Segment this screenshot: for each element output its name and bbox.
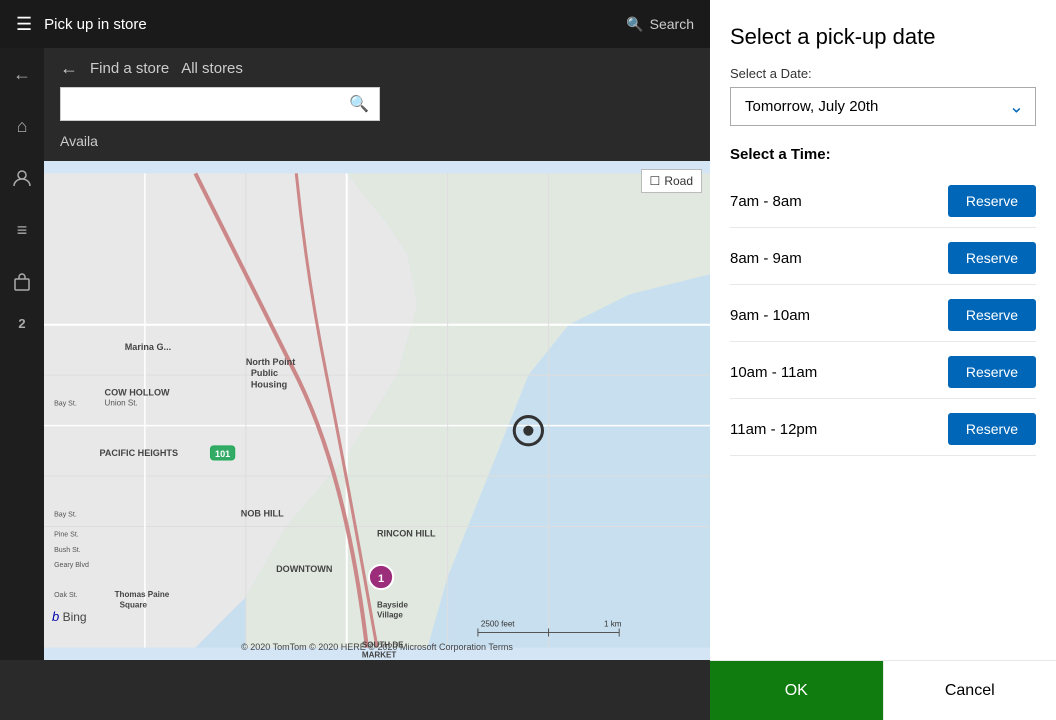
available-label: Availa xyxy=(60,129,694,153)
time-slot-4: 11am - 12pm Reserve xyxy=(730,403,1036,456)
reserve-button-1[interactable]: Reserve xyxy=(948,242,1036,274)
road-label: Road xyxy=(664,174,693,188)
svg-text:Marina G...: Marina G... xyxy=(125,342,171,352)
sidebar-home[interactable]: ⌂ xyxy=(4,108,40,144)
reserve-button-3[interactable]: Reserve xyxy=(948,356,1036,388)
time-slots-list: 7am - 8am Reserve 8am - 9am Reserve 9am … xyxy=(730,175,1036,666)
svg-text:DOWNTOWN: DOWNTOWN xyxy=(276,564,332,574)
bing-logo: b Bing xyxy=(52,609,87,624)
svg-text:Pine St.: Pine St. xyxy=(54,532,79,539)
date-label: Select a Date: xyxy=(730,66,1036,81)
map-attribution: © 2020 TomTom © 2020 HERE © 2020 Microso… xyxy=(44,642,710,652)
store-search-icon: 🔍 xyxy=(349,94,369,114)
time-slot-0: 7am - 8am Reserve xyxy=(730,175,1036,228)
svg-text:Square: Square xyxy=(120,600,148,609)
svg-text:Geary Blvd: Geary Blvd xyxy=(54,562,89,569)
bing-icon: b xyxy=(52,609,59,624)
content-area: ← Find a store All stores 🔍 Availa xyxy=(44,48,710,660)
svg-text:Bay St.: Bay St. xyxy=(54,511,77,518)
svg-text:1 km: 1 km xyxy=(604,619,622,628)
left-panel: ☰ Pick up in store 🔍 Search ← ⌂ ≡ xyxy=(0,0,710,720)
svg-text:Bay St.: Bay St. xyxy=(54,400,77,407)
svg-text:COW HOLLOW: COW HOLLOW xyxy=(105,387,170,397)
svg-text:Housing: Housing xyxy=(251,379,287,389)
sidebar-count: 2 xyxy=(18,316,25,331)
reserve-button-2[interactable]: Reserve xyxy=(948,299,1036,331)
reserve-button-4[interactable]: Reserve xyxy=(948,413,1036,445)
ok-button[interactable]: OK xyxy=(710,661,883,720)
panel-title: Select a pick-up date xyxy=(730,24,1036,50)
app-title: Pick up in store xyxy=(44,16,614,33)
sidebar: ← ⌂ ≡ 2 xyxy=(0,48,44,660)
sidebar-person[interactable] xyxy=(4,160,40,196)
search-label: Search xyxy=(650,16,694,32)
svg-text:RINCON HILL: RINCON HILL xyxy=(377,529,436,539)
svg-text:101: 101 xyxy=(215,449,230,459)
svg-text:2500 feet: 2500 feet xyxy=(481,619,515,628)
date-select[interactable]: Tomorrow, July 20th xyxy=(730,87,1036,126)
svg-text:Union St.: Union St. xyxy=(105,398,138,407)
svg-text:NOB HILL: NOB HILL xyxy=(241,508,284,518)
time-slot-3-text: 10am - 11am xyxy=(730,364,817,381)
store-nav: ← Find a store All stores xyxy=(60,58,694,79)
hamburger-icon[interactable]: ☰ xyxy=(16,14,32,35)
time-slot-3: 10am - 11am Reserve xyxy=(730,346,1036,399)
svg-text:Bayside: Bayside xyxy=(377,600,408,609)
date-select-wrapper[interactable]: Tomorrow, July 20th ⌄ xyxy=(730,87,1036,126)
store-search-input[interactable] xyxy=(71,96,349,112)
bing-text: Bing xyxy=(63,610,87,624)
time-section-label: Select a Time: xyxy=(730,146,1036,163)
store-header: ← Find a store All stores 🔍 Availa xyxy=(44,48,710,161)
map-container: 101 Marina G... COW HOLLOW Union St. PAC… xyxy=(44,161,710,660)
svg-text:Oak St.: Oak St. xyxy=(54,592,78,599)
cancel-button[interactable]: Cancel xyxy=(883,661,1056,720)
panel-footer: OK Cancel xyxy=(710,660,1056,720)
time-slot-1-text: 8am - 9am xyxy=(730,250,802,267)
sidebar-bag[interactable] xyxy=(4,264,40,300)
svg-text:1: 1 xyxy=(378,573,384,585)
svg-text:Thomas Paine: Thomas Paine xyxy=(115,590,170,599)
sidebar-menu[interactable]: ≡ xyxy=(4,212,40,248)
checkbox-icon: ☐ xyxy=(650,174,661,188)
sidebar-back[interactable]: ← xyxy=(4,56,40,92)
svg-text:North Point: North Point xyxy=(246,357,295,367)
svg-text:MARKET: MARKET xyxy=(362,651,397,660)
search-icon: 🔍 xyxy=(626,16,643,33)
svg-text:Village: Village xyxy=(377,610,403,619)
time-slot-4-text: 11am - 12pm xyxy=(730,421,817,438)
find-store-link[interactable]: Find a store xyxy=(90,60,169,77)
map-background: 101 Marina G... COW HOLLOW Union St. PAC… xyxy=(44,161,710,660)
store-search-bar[interactable]: 🔍 xyxy=(60,87,380,121)
time-slot-2: 9am - 10am Reserve xyxy=(730,289,1036,342)
main-content: ← ⌂ ≡ 2 ← xyxy=(0,48,710,660)
search-area: 🔍 Search xyxy=(626,16,694,33)
bottom-bar xyxy=(0,660,710,720)
time-slot-0-text: 7am - 8am xyxy=(730,193,802,210)
svg-text:PACIFIC HEIGHTS: PACIFIC HEIGHTS xyxy=(100,448,179,458)
all-stores-link[interactable]: All stores xyxy=(181,60,243,77)
nav-links: Find a store All stores xyxy=(90,60,243,77)
top-bar: ☰ Pick up in store 🔍 Search xyxy=(0,0,710,48)
time-slot-1: 8am - 9am Reserve xyxy=(730,232,1036,285)
reserve-button-0[interactable]: Reserve xyxy=(948,185,1036,217)
back-button[interactable]: ← xyxy=(60,58,78,79)
map-road-control[interactable]: ☐ Road xyxy=(641,169,702,193)
svg-text:Public: Public xyxy=(251,368,278,378)
right-panel: Select a pick-up date Select a Date: Tom… xyxy=(710,0,1056,720)
svg-text:Bush St.: Bush St. xyxy=(54,547,81,554)
map-svg: 101 Marina G... COW HOLLOW Union St. PAC… xyxy=(44,161,710,660)
time-slot-2-text: 9am - 10am xyxy=(730,307,810,324)
